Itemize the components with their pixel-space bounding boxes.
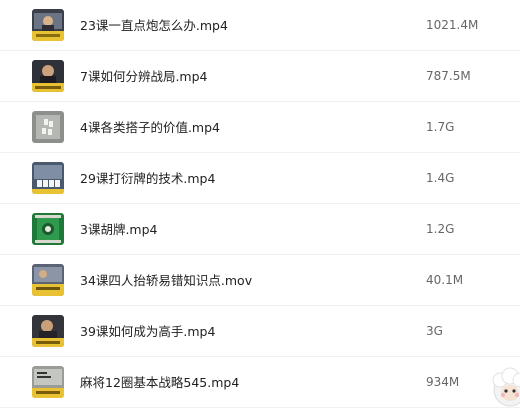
video-thumbnail-icon [32,9,64,41]
file-row[interactable]: 3课胡牌.mp4 1.2G [0,204,520,255]
video-thumbnail-icon [32,264,64,296]
file-size: 787.5M [426,69,471,83]
file-size: 3G [426,324,443,338]
file-name: 7课如何分辨战局.mp4 [80,69,208,84]
file-row[interactable]: 23课一直点炮怎么办.mp4 1021.4M [0,0,520,51]
file-name: 23课一直点炮怎么办.mp4 [80,18,228,33]
video-thumbnail-icon [32,315,64,347]
file-row[interactable]: 39课如何成为高手.mp4 3G [0,306,520,357]
video-thumbnail-icon [32,366,64,398]
file-size: 1.7G [426,120,455,134]
file-row[interactable]: 7课如何分辨战局.mp4 787.5M [0,51,520,102]
file-size: 1.2G [426,222,455,236]
file-size: 1.4G [426,171,455,185]
file-row[interactable]: 29课打衍牌的技术.mp4 1.4G [0,153,520,204]
file-size: 934M [426,375,460,389]
file-row[interactable]: 4课各类搭子的价值.mp4 1.7G [0,102,520,153]
file-name: 麻将12圈基本战略545.mp4 [80,375,240,390]
sheep-mascot-icon[interactable] [490,360,520,410]
file-list: 23课一直点炮怎么办.mp4 1021.4M 7课如何分辨战局.mp4 787.… [0,0,520,408]
file-size: 1021.4M [426,18,479,32]
file-row[interactable]: 麻将12圈基本战略545.mp4 934M [0,357,520,408]
video-thumbnail-icon [32,60,64,92]
video-thumbnail-icon [32,111,64,143]
file-name: 4课各类搭子的价值.mp4 [80,120,220,135]
file-name: 34课四人抬轿易错知识点.mov [80,273,253,288]
file-name: 29课打衍牌的技术.mp4 [80,171,216,186]
file-row[interactable]: 34课四人抬轿易错知识点.mov 40.1M [0,255,520,306]
video-thumbnail-icon [32,162,64,194]
video-thumbnail-icon [32,213,64,245]
file-name: 3课胡牌.mp4 [80,222,158,237]
file-name: 39课如何成为高手.mp4 [80,324,216,339]
file-size: 40.1M [426,273,464,287]
